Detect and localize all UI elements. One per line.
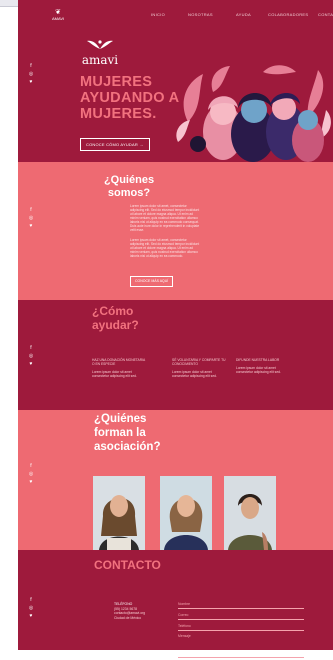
facebook-icon[interactable]: f: [28, 596, 34, 604]
women-illustration: [176, 65, 331, 162]
instagram-icon[interactable]: ◎: [28, 604, 34, 612]
contact-info-line: Ciudad de México: [114, 615, 142, 620]
facebook-icon[interactable]: f: [28, 206, 34, 214]
phone-field[interactable]: Teléfono: [178, 622, 304, 631]
twitter-icon[interactable]: ♥: [28, 612, 34, 620]
twitter-icon[interactable]: ♥: [28, 222, 34, 230]
team-member-photo[interactable]: [93, 476, 145, 550]
help-section: ¿Cómo ayudar? HAZ UNA DONACIÓN MONETARIA…: [18, 300, 333, 410]
nav-link-colaboradores[interactable]: COLABORADORES: [268, 12, 308, 17]
contact-info: TELÉFONO (55) 1234 5678 contacto@amavi.o…: [114, 602, 166, 620]
about-title: ¿Quiénes somos?: [103, 174, 155, 199]
how-to-help-button[interactable]: CONOCE CÓMO AYUDAR →: [80, 138, 150, 151]
help-column-text: Lorem ipsum dolor sit amet consectetur a…: [172, 370, 217, 378]
team-title-line: asociación?: [94, 441, 161, 453]
team-member-photo[interactable]: [224, 476, 276, 550]
email-field[interactable]: Correo: [178, 611, 304, 620]
contact-section: CONTACTO TELÉFONO (55) 1234 5678 contact…: [18, 550, 333, 658]
help-title: ¿Cómo ayudar?: [92, 304, 139, 332]
instagram-icon[interactable]: ◎: [28, 214, 34, 222]
brand-logo[interactable]: amavi: [80, 38, 120, 69]
facebook-icon[interactable]: f: [28, 462, 34, 470]
help-column: DIFUNDE NUESTRA LABOR Lorem ipsum dolor …: [236, 358, 292, 374]
hero-title-line: MUJERES.: [80, 106, 157, 122]
team-social-icons: f ◎ ♥: [28, 462, 34, 486]
hero-title-line: AYUDANDO A: [80, 90, 180, 106]
twitter-icon[interactable]: ♥: [28, 78, 34, 86]
team-member-photo[interactable]: [160, 476, 212, 550]
help-column-text: Lorem ipsum dolor sit amet consectetur a…: [92, 370, 137, 378]
hero-title: MUJERES AYUDANDO A MUJERES.: [80, 74, 179, 122]
team-title-line: ¿Quiénes: [94, 413, 147, 425]
nav-link-contacto[interactable]: CONTACTO: [318, 12, 333, 17]
twitter-icon[interactable]: ♥: [28, 360, 34, 368]
team-section: ¿Quiénes forman la asociación? f ◎ ♥: [18, 410, 333, 550]
team-title: ¿Quiénes forman la asociación?: [94, 412, 184, 454]
landing-page: amavi MUJERES AYUDANDO A MUJERES. CONOCE…: [18, 0, 333, 658]
name-field[interactable]: Nombre: [178, 600, 304, 609]
contact-form: Nombre Correo Teléfono Mensaje: [178, 600, 304, 660]
instagram-icon[interactable]: ◎: [28, 352, 34, 360]
help-column: SÉ VOLUNTARIA Y COMPARTE TU CONOCIMIENTO…: [172, 358, 228, 378]
nav-link-ayuda[interactable]: AYUDA: [236, 12, 251, 17]
facebook-icon[interactable]: f: [28, 344, 34, 352]
nav-logo[interactable]: ❦ AMAVI: [52, 9, 65, 21]
wings-icon: [80, 38, 120, 51]
team-title-line: forman la: [94, 427, 146, 439]
help-column-text: Lorem ipsum dolor sit amet consectetur a…: [236, 366, 281, 374]
about-paragraph: Lorem ipsum dolor sit amet, consectetur …: [130, 204, 200, 232]
contact-social-icons: f ◎ ♥: [28, 596, 34, 620]
instagram-icon[interactable]: ◎: [28, 470, 34, 478]
facebook-icon[interactable]: f: [28, 62, 34, 70]
nav-link-nosotras[interactable]: NOSOTRAS: [188, 12, 213, 17]
nav-logo-text: AMAVI: [52, 16, 65, 21]
brand-name: amavi: [81, 53, 119, 67]
hero-section: amavi MUJERES AYUDANDO A MUJERES. CONOCE…: [18, 22, 333, 162]
about-section: ¿Quiénes somos? Lorem ipsum dolor sit am…: [18, 162, 333, 300]
top-navbar: ❦ AMAVI INICIO NOSOTRAS AYUDA COLABORADO…: [18, 6, 333, 22]
help-column-heading: HAZ UNA DONACIÓN MONETARIA O EN ESPECIE: [92, 358, 146, 366]
contact-title: CONTACTO: [94, 558, 161, 572]
twitter-icon[interactable]: ♥: [28, 478, 34, 486]
about-paragraph: Lorem ipsum dolor sit amet, consectetur …: [130, 238, 200, 258]
help-column-heading: SÉ VOLUNTARIA Y COMPARTE TU CONOCIMIENTO: [172, 358, 226, 366]
hero-social-icons: f ◎ ♥: [28, 62, 34, 86]
message-field[interactable]: Mensaje: [178, 633, 304, 658]
help-column-heading: DIFUNDE NUESTRA LABOR: [236, 358, 280, 362]
nav-link-inicio[interactable]: INICIO: [151, 12, 165, 17]
help-social-icons: f ◎ ♥: [28, 344, 34, 368]
hero-title-line: MUJERES: [80, 74, 153, 90]
learn-more-button[interactable]: CONOCE MÁS AQUÍ: [130, 276, 174, 287]
help-column: HAZ UNA DONACIÓN MONETARIA O EN ESPECIE …: [92, 358, 148, 378]
instagram-icon[interactable]: ◎: [28, 70, 34, 78]
about-social-icons: f ◎ ♥: [28, 206, 34, 230]
